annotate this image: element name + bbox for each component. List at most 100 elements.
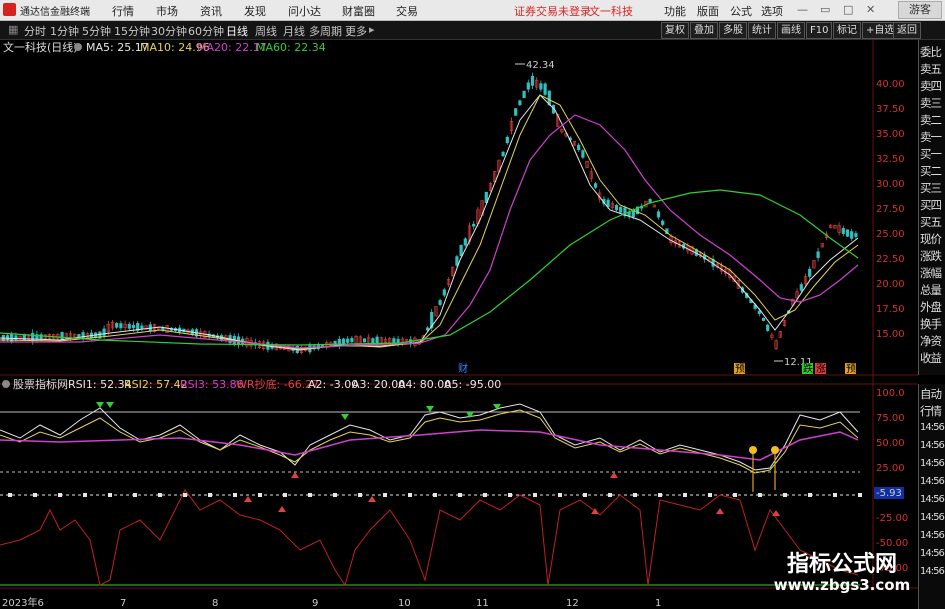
price-tick: 40.00 (876, 79, 905, 90)
sidebar-item[interactable]: 收益 (920, 350, 945, 366)
sidebar-item[interactable]: 买三 (920, 180, 945, 196)
menu-gongneng[interactable]: 功能 (664, 3, 686, 19)
rsi2-label: RSI2: 57.42 (124, 378, 188, 391)
zero-marker (83, 493, 87, 497)
sidebar-item[interactable]: 买五 (920, 214, 945, 230)
chart-area[interactable]: 文一科技(日线) MA5: 25.17 MA10: 24.96 MA20: 22… (0, 40, 918, 609)
candle-body (501, 151, 505, 157)
sidebar-item[interactable]: 涨跌 (920, 248, 945, 264)
sidebar-item[interactable]: 总量 (920, 282, 945, 298)
indicator-name: 股票指标网 (13, 377, 68, 391)
tab-30min[interactable]: 30分钟 (151, 23, 187, 39)
date-tick: 12 (566, 598, 579, 609)
back-button[interactable]: 返回 (893, 22, 921, 39)
zero-marker (758, 493, 762, 497)
sidebar-item[interactable]: 卖四 (920, 78, 945, 94)
sidebar-item[interactable]: 卖一 (920, 129, 945, 145)
menu-wenxiaoda[interactable]: 问小达 (288, 3, 321, 19)
sidebar-item[interactable]: 买一 (920, 146, 945, 162)
sidebar-item[interactable]: 卖二 (920, 112, 945, 128)
signal-dot (749, 446, 757, 454)
sidebar-item[interactable]: 卖五 (920, 61, 945, 77)
candle-body (81, 332, 85, 339)
sidebar-item[interactable]: 买四 (920, 197, 945, 213)
date-tick: 1 (655, 598, 661, 609)
restore-icon[interactable]: ▭ (820, 3, 830, 16)
tab-60min[interactable]: 60分钟 (188, 23, 224, 39)
fuquan-button[interactable]: 复权 (661, 22, 689, 39)
zero-marker (608, 493, 612, 497)
sidebar-item[interactable]: 涨幅 (920, 265, 945, 281)
zero-marker (683, 493, 687, 497)
stock-link[interactable]: 文一科技 (589, 3, 633, 19)
sidebar-item[interactable]: 现价 (920, 231, 945, 247)
maximize-icon[interactable]: □ (843, 3, 853, 16)
price-tick: 37.50 (876, 104, 905, 115)
sidebar-item[interactable]: 委比 (920, 44, 945, 60)
candle-body (522, 90, 526, 98)
menu-grid-icon[interactable]: ▦ (8, 23, 18, 36)
tab-fenshi[interactable]: 分时 (24, 23, 46, 39)
sidebar-item[interactable]: 自动 (920, 386, 945, 402)
indicator-settings-icon[interactable] (2, 380, 10, 388)
date-tick: 9 (312, 598, 318, 609)
menu-banmian[interactable]: 版面 (697, 3, 719, 19)
zero-marker (358, 493, 362, 497)
menu-gongshi[interactable]: 公式 (730, 3, 752, 19)
event-tag[interactable]: 跌 (803, 362, 813, 375)
indicator-tick: 75.00 (876, 413, 905, 424)
multi-stock-button[interactable]: 多股 (719, 22, 747, 39)
tab-15min[interactable]: 15分钟 (114, 23, 150, 39)
tab-multi-period[interactable]: 多周期 (309, 23, 342, 39)
candle-body (459, 244, 463, 257)
sidebar-item[interactable]: 买二 (920, 163, 945, 179)
price-tick: 22.50 (876, 254, 905, 265)
candle-body (346, 338, 350, 343)
menu-caifuquan[interactable]: 财富圈 (342, 3, 375, 19)
menu-hangqing[interactable]: 行情 (112, 3, 134, 19)
price-tick: 30.00 (876, 179, 905, 190)
tab-more[interactable]: 更多 (345, 23, 367, 39)
tab-5min[interactable]: 5分钟 (82, 23, 111, 39)
price-tick: 35.00 (876, 129, 905, 140)
menu-xuanxiang[interactable]: 选项 (761, 3, 783, 19)
tab-weekly[interactable]: 周线 (255, 23, 277, 39)
menu-zixun[interactable]: 资讯 (200, 3, 222, 19)
sidebar-item[interactable]: 净资 (920, 333, 945, 349)
more-chevron-icon[interactable]: ▸ (369, 23, 375, 36)
event-tag[interactable]: 财 (458, 362, 468, 375)
overlay-button[interactable]: 叠加 (690, 22, 718, 39)
draw-line-button[interactable]: 画线 (777, 22, 805, 39)
login-notice[interactable]: 证券交易未登录 (514, 3, 591, 19)
settings-dot-icon[interactable] (74, 43, 82, 51)
sidebar-item[interactable]: 换手 (920, 316, 945, 332)
candle-body (816, 251, 820, 258)
mark-button[interactable]: 标记 (833, 22, 861, 39)
event-tag[interactable]: 涨 (816, 363, 826, 375)
sidebar-item[interactable]: 卖三 (920, 95, 945, 111)
zero-marker (858, 493, 862, 497)
event-tag[interactable]: 预 (846, 363, 856, 375)
menu-shichang[interactable]: 市场 (156, 3, 178, 19)
stats-button[interactable]: 统计 (748, 22, 776, 39)
zero-marker (33, 493, 37, 497)
close-icon[interactable]: ✕ (866, 3, 875, 16)
tab-1min[interactable]: 1分钟 (50, 23, 79, 39)
guest-button[interactable]: 游客 (898, 1, 942, 19)
f10-button[interactable]: F10 (806, 22, 833, 39)
zero-marker (733, 493, 737, 497)
candle-body (77, 334, 81, 338)
minimize-icon[interactable]: — (797, 3, 808, 16)
menu-faxian[interactable]: 发现 (244, 3, 266, 19)
candle-body (362, 338, 367, 343)
zero-marker (808, 493, 812, 497)
zero-marker (383, 493, 387, 497)
sidebar-item[interactable]: 外盘 (920, 299, 945, 315)
menu-jiaoyi[interactable]: 交易 (396, 3, 418, 19)
sidebar-item[interactable]: 行情 (920, 403, 945, 419)
candle-body (757, 310, 761, 314)
event-tag[interactable]: 预 (735, 363, 745, 375)
tab-monthly[interactable]: 月线 (283, 23, 305, 39)
zero-marker (483, 493, 487, 497)
tab-daily[interactable]: 日线 (226, 23, 248, 39)
